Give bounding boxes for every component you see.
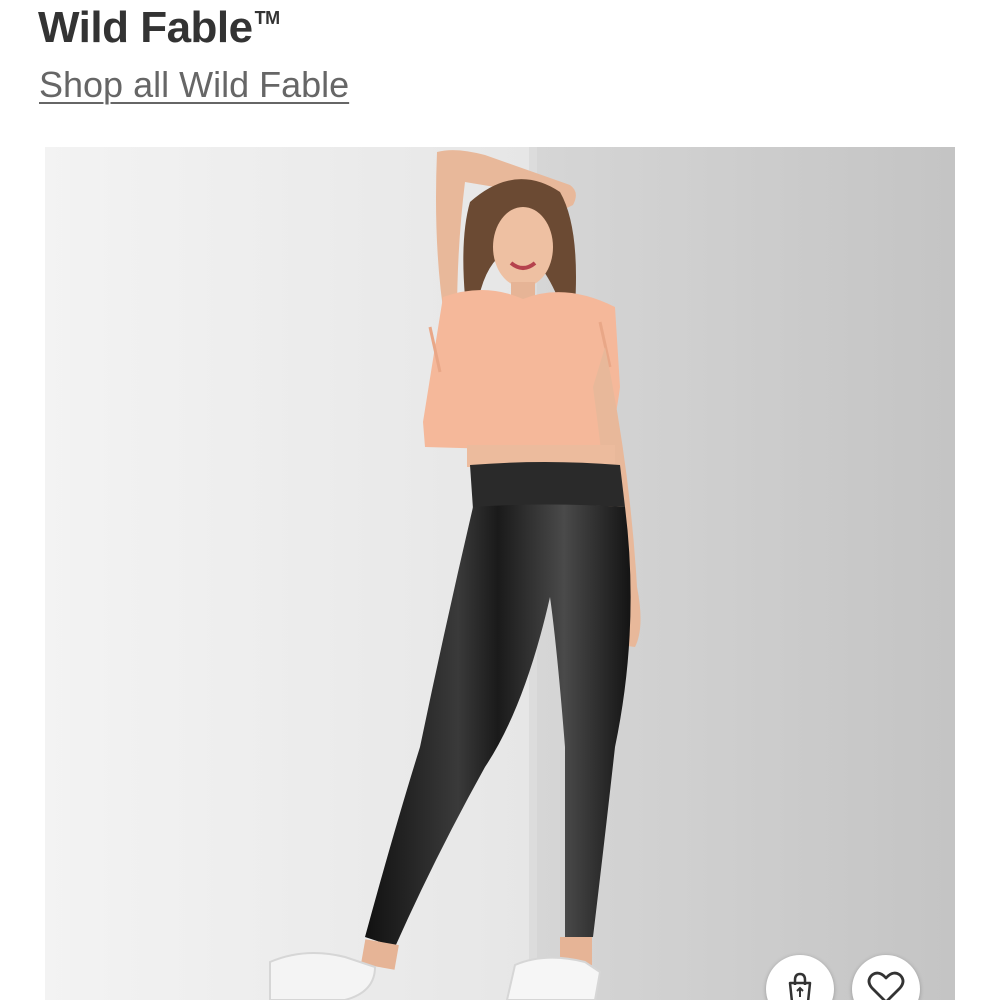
heart-icon [867,971,905,1000]
product-image[interactable] [45,147,955,1000]
brand-name: Wild Fable [38,3,253,52]
shopping-bag-icon [788,972,812,1000]
trademark-symbol: TM [254,8,281,28]
product-photo [45,147,955,1000]
shop-all-brand-link[interactable]: Shop all Wild Fable [39,64,349,106]
brand-title: Wild Fable TM [38,0,280,54]
